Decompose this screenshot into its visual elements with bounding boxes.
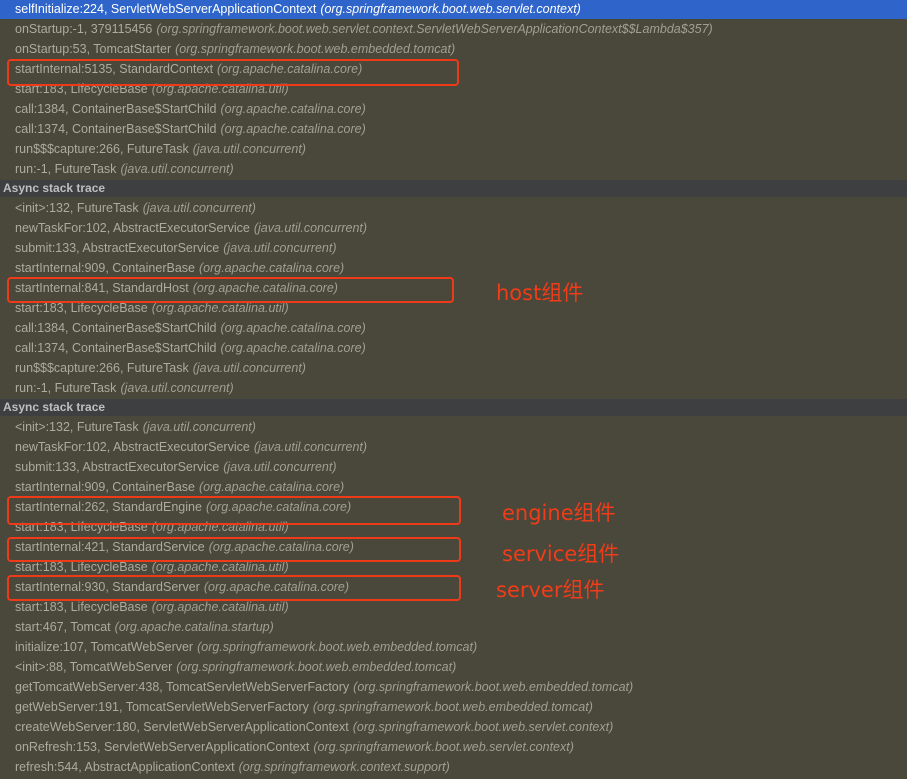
frame-package: (java.util.concurrent) — [192, 361, 306, 375]
annotation-server: server组件 — [496, 578, 605, 602]
stack-frame[interactable]: newTaskFor:102, AbstractExecutorService(… — [0, 437, 907, 457]
frame-method: run:-1, FutureTask — [15, 381, 117, 395]
highlight-box-standard-host — [7, 277, 454, 303]
frame-package: (org.springframework.boot.web.servlet.co… — [320, 2, 581, 16]
frame-method: call:1374, ContainerBase$StartChild — [15, 341, 217, 355]
frame-method: start:183, LifecycleBase — [15, 301, 148, 315]
stack-frame[interactable]: startInternal:909, ContainerBase (org.apa… — [0, 477, 907, 497]
frame-method: newTaskFor:102, AbstractExecutorService — [15, 440, 250, 454]
frame-package: (org.apache.catalina.core) — [220, 321, 366, 335]
stack-frame-selected[interactable]: selfInitialize:224, ServletWebServerAppl… — [0, 0, 907, 19]
frame-method: run$$$capture:266, FutureTask — [15, 361, 189, 375]
stack-frame[interactable]: call:1374, ContainerBase$StartChild (org.… — [0, 338, 907, 358]
stack-frame[interactable]: call:1384, ContainerBase$StartChild (org.… — [0, 99, 907, 119]
frame-package: (org.springframework.boot.web.embedded.t… — [353, 680, 634, 694]
stack-frame[interactable]: onRefresh:153, ServletWebServerApplicati… — [0, 737, 907, 757]
frame-package: (org.springframework.context.support) — [238, 760, 450, 774]
frame-package: (org.apache.catalina.core) — [198, 261, 345, 275]
frame-package: (org.springframework.boot.web.embedded.t… — [312, 700, 593, 714]
stack-frame[interactable]: run:-1, FutureTask (java.util.concurrent) — [0, 378, 907, 398]
frame-method: start:467, Tomcat — [15, 620, 111, 634]
frame-method: call:1384, ContainerBase$StartChild — [15, 102, 217, 116]
stack-frame[interactable]: getTomcatWebServer:438, TomcatServletWeb… — [0, 677, 907, 697]
frame-package: (org.apache.catalina.core) — [220, 341, 366, 355]
frame-method: startInternal:909, ContainerBase — [15, 480, 195, 494]
frame-method: <init>:132, FutureTask — [15, 420, 139, 434]
frame-method: <init>:88, TomcatWebServer — [15, 660, 173, 674]
stack-frame[interactable]: onStartup:53, TomcatStarter (org.springfr… — [0, 39, 907, 59]
stack-frame[interactable]: <init>:88, TomcatWebServer (org.springfra… — [0, 657, 907, 677]
highlight-box-standard-engine — [7, 496, 461, 525]
stack-frame[interactable]: onStartup:-1, 379115456 (org.springframew… — [0, 19, 907, 39]
frame-package: (org.springframework.boot.web.servlet.co… — [313, 740, 574, 754]
frame-method: startInternal:909, ContainerBase — [15, 261, 195, 275]
frame-method: onStartup:53, TomcatStarter — [15, 42, 172, 56]
frame-package: (java.util.concurrent) — [223, 241, 337, 255]
stack-frame[interactable]: <init>:132, FutureTask (java.util.concurr… — [0, 417, 907, 437]
frame-method: start:183, LifecycleBase — [15, 600, 148, 614]
annotation-service: service组件 — [502, 542, 620, 566]
highlight-box-standard-context — [7, 59, 459, 86]
stack-frame[interactable]: submit:133, AbstractExecutorService (java… — [0, 238, 907, 258]
frame-package: (java.util.concurrent) — [223, 460, 337, 474]
stack-frame[interactable]: createWebServer:180, ServletWebServerApp… — [0, 717, 907, 737]
frame-package: (java.util.concurrent) — [253, 440, 368, 454]
frame-method: onRefresh:153, ServletWebServerApplicati… — [15, 740, 310, 754]
frame-package: (java.util.concurrent) — [142, 420, 256, 434]
frame-method: <init>:132, FutureTask — [15, 201, 139, 215]
frame-method: run:-1, FutureTask — [15, 162, 117, 176]
frame-package: (org.apache.catalina.startup) — [114, 620, 274, 634]
frame-method: submit:133, AbstractExecutorService — [15, 241, 220, 255]
frame-method: onStartup:-1, 379115456 — [15, 22, 153, 36]
frame-method: selfInitialize:224, ServletWebServerAppl… — [15, 2, 317, 16]
frame-method: initialize:107, TomcatWebServer — [15, 640, 194, 654]
stack-frame[interactable]: run$$$capture:266, FutureTask (java.util.… — [0, 139, 907, 159]
highlight-box-standard-server — [7, 575, 461, 601]
stack-frame[interactable]: submit:133, AbstractExecutorService (java… — [0, 457, 907, 477]
frame-method: call:1374, ContainerBase$StartChild — [15, 122, 217, 136]
frame-package: (org.apache.catalina.core) — [220, 102, 366, 116]
frame-package: (java.util.concurrent) — [120, 381, 234, 395]
frame-method: submit:133, AbstractExecutorService — [15, 460, 220, 474]
frame-package: (org.springframework.boot.web.embedded.t… — [197, 640, 478, 654]
frame-package: (org.springframework.boot.web.servlet.co… — [156, 22, 713, 36]
frame-package: (java.util.concurrent) — [192, 142, 306, 156]
stack-frame[interactable]: refresh:544, AbstractApplicationContext(… — [0, 757, 907, 777]
frame-method: newTaskFor:102, AbstractExecutorService — [15, 221, 250, 235]
async-stack-trace-separator: Async stack trace — [0, 180, 907, 197]
frame-method: createWebServer:180, ServletWebServerApp… — [15, 720, 349, 734]
frame-method: refresh:544, AbstractApplicationContext — [15, 760, 235, 774]
stack-frame[interactable]: call:1374, ContainerBase$StartChild (org.… — [0, 119, 907, 139]
frame-method: start:183, LifecycleBase — [15, 560, 148, 574]
frame-package: (org.springframework.boot.web.servlet.co… — [352, 720, 614, 734]
frame-package: (org.apache.catalina.core) — [198, 480, 345, 494]
stack-frame[interactable]: getWebServer:191, TomcatServletWebServer… — [0, 697, 907, 717]
stack-frame[interactable]: newTaskFor:102, AbstractExecutorService(… — [0, 218, 907, 238]
stack-frame[interactable]: startInternal:909, ContainerBase (org.apa… — [0, 258, 907, 278]
stack-frames-list: selfInitialize:224, ServletWebServerAppl… — [0, 0, 907, 777]
frame-method: call:1384, ContainerBase$StartChild — [15, 321, 217, 335]
async-stack-trace-separator: Async stack trace — [0, 399, 907, 416]
frame-package: (org.springframework.boot.web.embedded.t… — [175, 42, 456, 56]
annotation-host: host组件 — [496, 281, 584, 305]
frame-package: (org.apache.catalina.util) — [151, 560, 289, 574]
frame-package: (org.apache.catalina.util) — [151, 600, 289, 614]
frame-method: getTomcatWebServer:438, TomcatServletWeb… — [15, 680, 350, 694]
frame-package: (java.util.concurrent) — [120, 162, 234, 176]
stack-frame[interactable]: call:1384, ContainerBase$StartChild (org.… — [0, 318, 907, 338]
stack-frame[interactable]: initialize:107, TomcatWebServer (org.spri… — [0, 637, 907, 657]
frame-package: (java.util.concurrent) — [253, 221, 368, 235]
annotation-engine: engine组件 — [502, 501, 616, 525]
frame-package: (org.apache.catalina.util) — [151, 301, 289, 315]
frame-package: (java.util.concurrent) — [142, 201, 256, 215]
frame-method: getWebServer:191, TomcatServletWebServer… — [15, 700, 309, 714]
frame-package: (org.springframework.boot.web.embedded.t… — [176, 660, 457, 674]
frame-package: (org.apache.catalina.core) — [220, 122, 366, 136]
frame-method: run$$$capture:266, FutureTask — [15, 142, 189, 156]
stack-frame[interactable]: start:467, Tomcat (org.apache.catalina.st… — [0, 617, 907, 637]
stack-frame[interactable]: <init>:132, FutureTask (java.util.concurr… — [0, 198, 907, 218]
stack-frame[interactable]: run$$$capture:266, FutureTask (java.util.… — [0, 358, 907, 378]
stack-frame[interactable]: run:-1, FutureTask (java.util.concurrent) — [0, 159, 907, 179]
highlight-box-standard-service — [7, 537, 461, 562]
